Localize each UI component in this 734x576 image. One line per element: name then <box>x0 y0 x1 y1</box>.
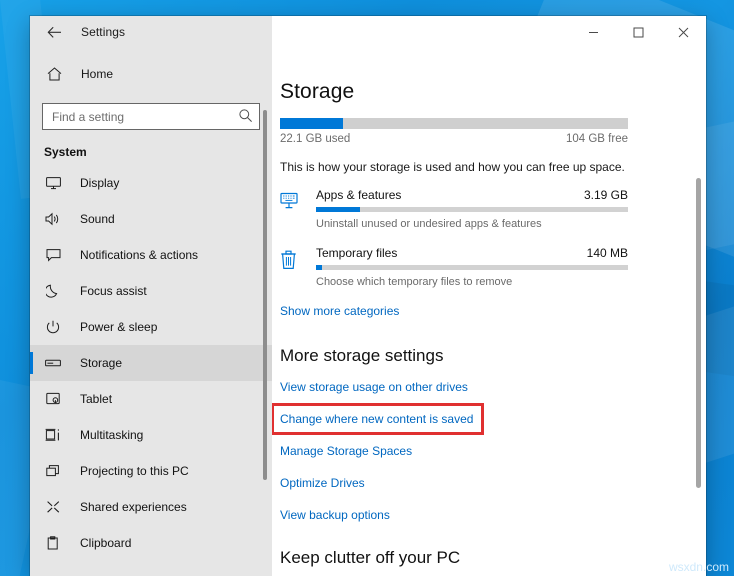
storage-category-temporary-files[interactable]: Temporary files 140 MB Choose which temp… <box>280 246 664 288</box>
drive-icon <box>41 357 65 369</box>
sidebar-item-label: Sound <box>80 212 115 226</box>
main-scrollbar-thumb[interactable] <box>696 178 701 488</box>
storage-category-description: Uninstall unused or undesired apps & fea… <box>316 218 542 230</box>
storage-category-name: Apps & features <box>316 188 402 202</box>
storage-category-description: Choose which temporary files to remove <box>316 276 513 288</box>
sidebar-item-label: Notifications & actions <box>80 248 199 262</box>
storage-category-head: Apps & features 3.19 GB <box>316 188 628 202</box>
watermark: wsxdn.com <box>668 560 729 574</box>
sidebar-item-label: Storage <box>80 356 123 370</box>
title-bar-drag-area[interactable] <box>272 16 571 48</box>
sidebar-nav-list: Display Sound Notifications & actions Fo… <box>30 165 272 561</box>
sidebar-group-title: System <box>44 145 87 159</box>
search-icon[interactable] <box>238 108 253 128</box>
link-optimize-drives[interactable]: Optimize Drives <box>280 476 365 490</box>
drive-usage-legend: 22.1 GB used 104 GB free <box>280 133 628 145</box>
drive-used-label: 22.1 GB used <box>280 133 351 145</box>
sidebar-scrollbar-thumb[interactable] <box>263 110 267 480</box>
title-bar-left: Settings <box>30 16 272 48</box>
sidebar-item-label: Focus assist <box>80 284 147 298</box>
sidebar-item-projecting[interactable]: Projecting to this PC <box>30 453 272 489</box>
storage-category-name: Temporary files <box>316 246 398 260</box>
multitasking-icon <box>41 428 65 442</box>
sidebar-item-power-sleep[interactable]: Power & sleep <box>30 309 272 345</box>
page-title: Storage <box>280 80 355 103</box>
tablet-icon <box>41 392 65 406</box>
storage-category-size: 3.19 GB <box>583 188 628 202</box>
sidebar-item-label: Multitasking <box>80 428 144 442</box>
sidebar-item-clipboard[interactable]: Clipboard <box>30 525 272 561</box>
sidebar-item-focus-assist[interactable]: Focus assist <box>30 273 272 309</box>
search-container <box>42 103 260 130</box>
storage-category-size: 140 MB <box>586 246 628 260</box>
sidebar-item-display[interactable]: Display <box>30 165 272 201</box>
show-more-categories-link[interactable]: Show more categories <box>280 304 399 318</box>
link-view-storage-usage-other-drives[interactable]: View storage usage on other drives <box>280 380 468 394</box>
link-change-where-new-content-is-saved[interactable]: Change where new content is saved <box>272 403 485 435</box>
sidebar-item-label: Tablet <box>80 392 113 406</box>
sidebar-item-label: Power & sleep <box>80 320 158 334</box>
drive-usage-fill <box>280 118 343 129</box>
storage-category-body: Apps & features 3.19 GB Uninstall unused… <box>316 188 628 230</box>
main-scrollbar[interactable] <box>696 48 701 576</box>
sidebar-item-shared-experiences[interactable]: Shared experiences <box>30 489 272 525</box>
drive-usage-bar <box>280 118 628 129</box>
title-bar: Settings <box>30 16 706 48</box>
sidebar-scrollbar[interactable] <box>263 110 267 576</box>
window-body: Home System Display <box>30 48 706 576</box>
sidebar-item-storage[interactable]: Storage <box>30 345 272 381</box>
sidebar-item-sound[interactable]: Sound <box>30 201 272 237</box>
more-storage-settings-links: View storage usage on other drives Chang… <box>272 380 664 522</box>
projecting-icon <box>41 464 65 478</box>
trash-icon <box>280 246 316 288</box>
storage-category-apps[interactable]: Apps & features 3.19 GB Uninstall unused… <box>280 188 664 230</box>
settings-window: Settings Home Find a setting System Disp… <box>30 16 706 576</box>
power-icon <box>41 320 65 334</box>
window-controls <box>571 16 706 48</box>
sidebar-item-home[interactable]: Home <box>30 58 272 90</box>
drive-free-label: 104 GB free <box>565 133 628 145</box>
keep-clutter-title: Keep clutter off your PC <box>280 548 461 567</box>
back-arrow-icon[interactable] <box>40 19 68 45</box>
shared-icon <box>41 500 65 514</box>
storage-category-body: Temporary files 140 MB Choose which temp… <box>316 246 628 288</box>
minimize-button[interactable] <box>571 16 616 48</box>
link-manage-storage-spaces[interactable]: Manage Storage Spaces <box>280 444 412 458</box>
clipboard-icon <box>41 536 65 550</box>
close-button[interactable] <box>661 16 706 48</box>
storage-category-bar-fill <box>316 207 360 212</box>
sidebar-item-tablet[interactable]: Tablet <box>30 381 272 417</box>
moon-icon <box>41 284 65 298</box>
maximize-button[interactable] <box>616 16 661 48</box>
sidebar-item-label: Projecting to this PC <box>80 464 189 478</box>
storage-page: Storage 22.1 GB used 104 GB free This is… <box>272 48 706 576</box>
storage-category-head: Temporary files 140 MB <box>316 246 628 260</box>
sidebar-item-multitasking[interactable]: Multitasking <box>30 417 272 453</box>
main-content: Storage 22.1 GB used 104 GB free This is… <box>272 48 706 576</box>
link-view-backup-options[interactable]: View backup options <box>280 508 390 522</box>
window-title: Settings <box>81 25 126 39</box>
sidebar-item-notifications[interactable]: Notifications & actions <box>30 237 272 273</box>
notification-icon <box>41 248 65 262</box>
search-input[interactable] <box>42 103 260 130</box>
sidebar-item-label: Display <box>80 176 120 190</box>
home-icon <box>41 67 67 81</box>
storage-category-bar <box>316 207 628 212</box>
more-storage-settings-title: More storage settings <box>280 346 444 365</box>
storage-category-bar <box>316 265 628 270</box>
apps-icon <box>280 188 316 230</box>
sidebar-item-label: Shared experiences <box>80 500 187 514</box>
sidebar-home-label: Home <box>81 67 114 81</box>
storage-lead-text: This is how your storage is used and how… <box>280 160 625 174</box>
sidebar-item-label: Clipboard <box>80 536 132 550</box>
storage-category-bar-fill <box>316 265 323 270</box>
sidebar: Home System Display <box>30 48 272 576</box>
monitor-icon <box>41 176 65 190</box>
speaker-icon <box>41 212 65 226</box>
